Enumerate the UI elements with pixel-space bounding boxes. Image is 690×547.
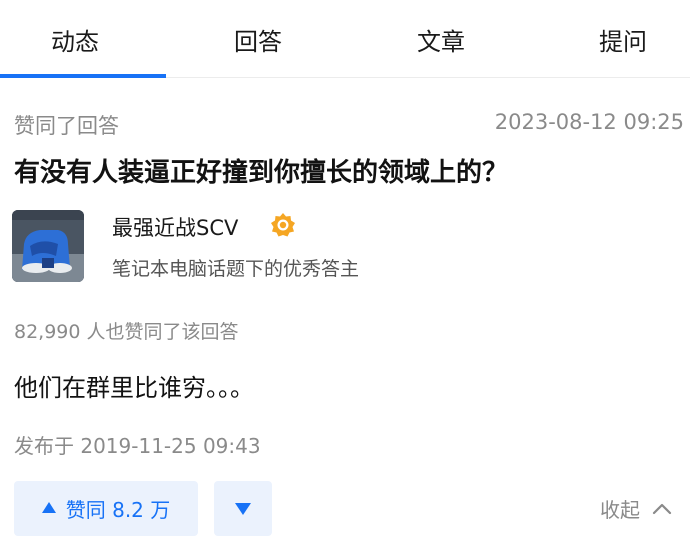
activity-timestamp: 2023-08-12 09:25 <box>494 110 684 134</box>
tab-articles[interactable]: 文章 <box>361 0 521 78</box>
upvote-triangle-icon <box>41 502 56 513</box>
answer-content[interactable]: 他们在群里比谁穷。。。 <box>14 368 254 403</box>
vote-down-button[interactable] <box>214 481 272 536</box>
avatar-image <box>12 210 84 282</box>
excellent-answerer-badge-icon <box>270 212 296 238</box>
agree-count-text: 82,990 人也赞同了该回答 <box>14 321 239 343</box>
author-name[interactable]: 最强近战SCV <box>112 212 238 242</box>
tab-activity[interactable]: 动态 <box>0 0 155 78</box>
author-description: 笔记本电脑话题下的优秀答主 <box>112 258 360 280</box>
collapse-button[interactable]: 收起 <box>600 494 672 523</box>
question-title[interactable]: 有没有人装逼正好撞到你擅长的领域上的？ <box>14 152 508 189</box>
collapse-label: 收起 <box>600 498 640 522</box>
active-tab-indicator <box>0 74 166 78</box>
avatar[interactable] <box>12 210 84 282</box>
tab-bar: 动态 回答 文章 提问 <box>0 0 690 78</box>
vote-up-label: 赞同 8.2 万 <box>65 498 171 522</box>
downvote-triangle-icon <box>235 502 251 515</box>
publish-time: 发布于 2019-11-25 09:43 <box>14 434 261 458</box>
tab-answers[interactable]: 回答 <box>178 0 338 78</box>
vote-up-button[interactable]: 赞同 8.2 万 <box>14 481 198 536</box>
chevron-up-icon <box>652 503 672 514</box>
activity-action-label: 赞同了回答 <box>14 114 119 138</box>
tab-questions[interactable]: 提问 <box>543 0 690 78</box>
